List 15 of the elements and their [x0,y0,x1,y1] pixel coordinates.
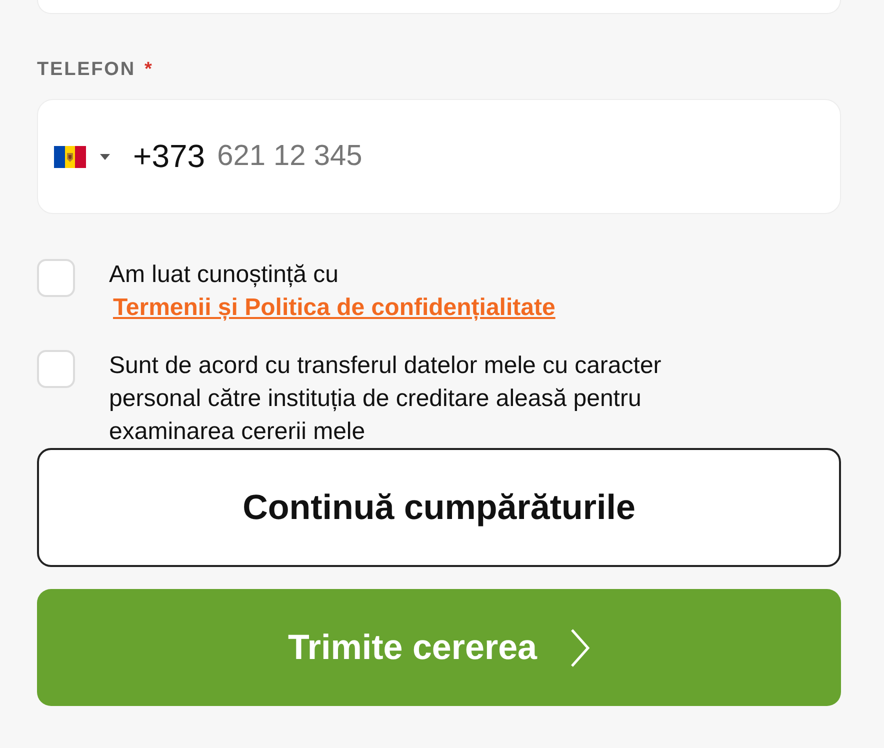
country-code: +373 [133,138,206,175]
submit-button[interactable]: Trimite cererea [37,589,841,706]
phone-number-input[interactable]: 621 12 345 [217,140,824,173]
checkbox[interactable] [37,259,75,297]
consent-text: Sunt de acord cu transferul datelor mele cu caracter personal către instituția de creditare aleasă pentru examinarea cererii mele [109,351,662,447]
terms-link[interactable]: Termenii și Politica de confidențialitate [113,294,556,321]
chevron-right-icon [570,628,590,668]
field-label: TELEFON [37,59,136,81]
flag-icon [54,146,86,168]
consent-text: Am luat cunoștință cu Termenii și Politica de confidențialitate [109,260,556,323]
checkbox[interactable] [37,350,75,388]
caret-icon [100,154,110,160]
continue-shopping-button[interactable]: Continuă cumpărăturile [37,448,841,567]
country-select[interactable] [54,146,110,168]
required-mark: * [144,59,152,81]
